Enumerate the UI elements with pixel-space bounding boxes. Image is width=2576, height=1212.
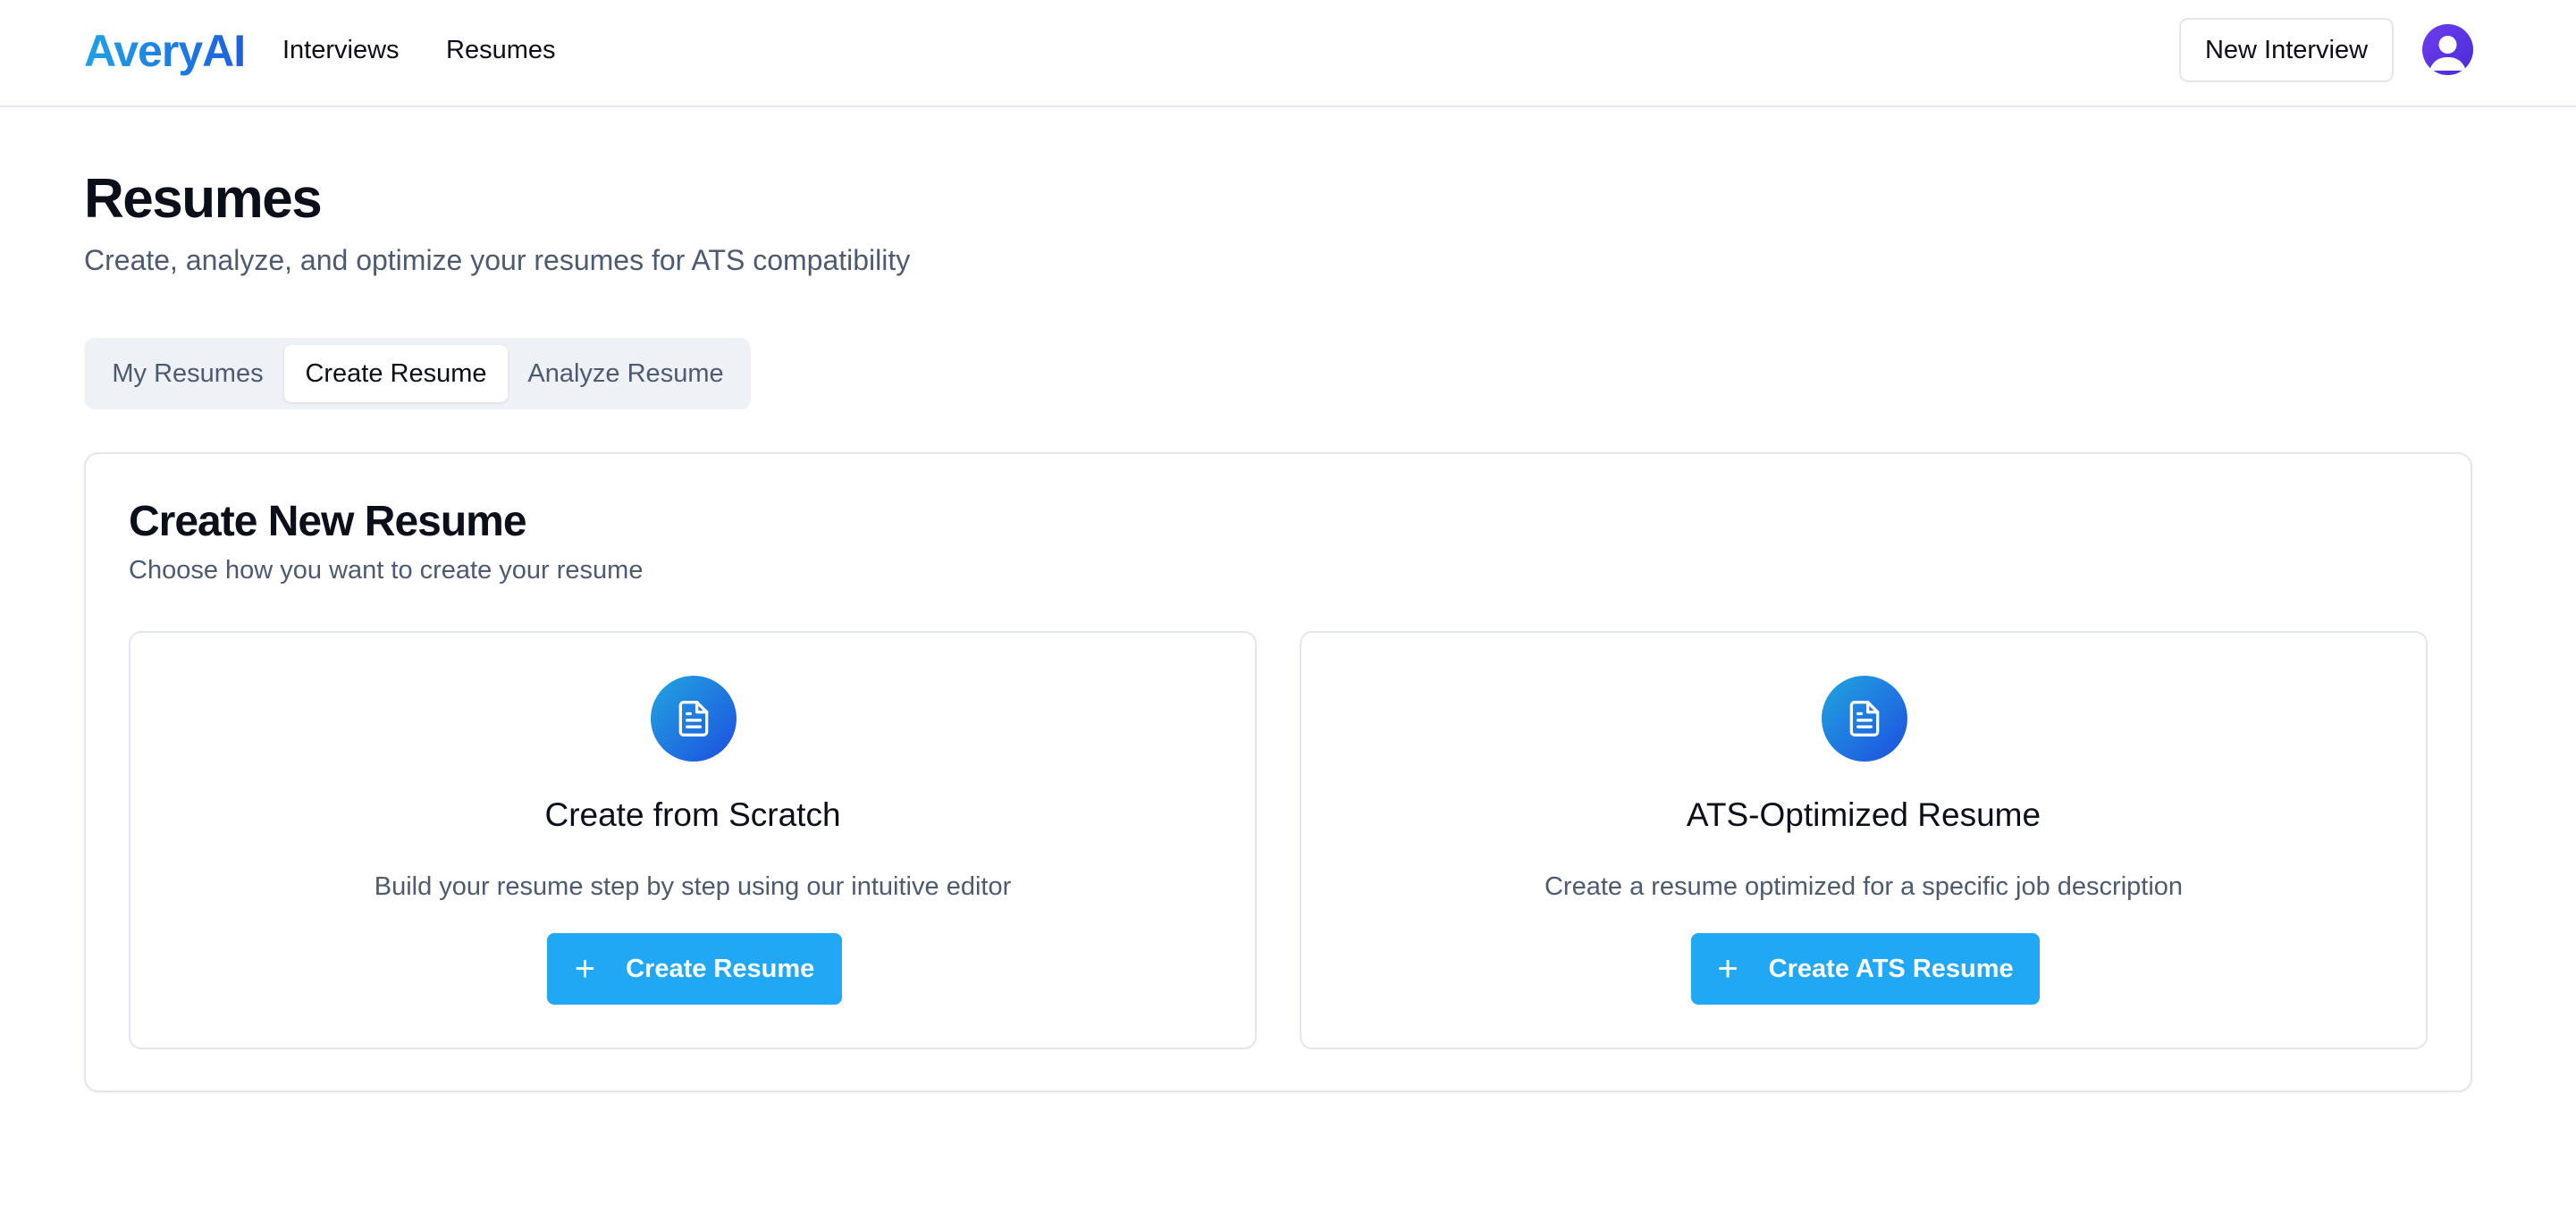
user-avatar-icon[interactable] bbox=[2422, 24, 2473, 75]
create-resume-button-label: Create Resume bbox=[626, 954, 815, 983]
page-subtitle: Create, analyze, and optimize your resum… bbox=[84, 244, 911, 276]
tab-create-resume[interactable]: Create Resume bbox=[284, 345, 508, 402]
option-title: ATS-Optimized Resume bbox=[1686, 796, 2041, 833]
card-subtitle: Choose how you want to create your resum… bbox=[129, 556, 644, 585]
new-interview-button[interactable]: New Interview bbox=[2179, 18, 2394, 82]
page-title: Resumes bbox=[84, 168, 323, 230]
nav-link-resumes[interactable]: Resumes bbox=[446, 32, 556, 68]
option-description: Create a resume optimized for a specific… bbox=[1544, 872, 2184, 901]
option-ats-optimized-resume: ATS-Optimized Resume Create a resume opt… bbox=[1300, 631, 2428, 1049]
tab-analyze-resume[interactable]: Analyze Resume bbox=[508, 345, 744, 402]
top-navigation-bar: AveryAI Interviews Resumes New Interview bbox=[0, 0, 2576, 107]
option-description: Build your resume step by step using our… bbox=[374, 872, 1012, 901]
user-silhouette-icon bbox=[2429, 36, 2466, 71]
option-title: Create from Scratch bbox=[544, 796, 841, 833]
create-ats-resume-button-label: Create ATS Resume bbox=[1768, 954, 2014, 983]
create-ats-resume-button[interactable]: + Create ATS Resume bbox=[1691, 933, 2040, 1005]
create-resume-button[interactable]: + Create Resume bbox=[547, 933, 842, 1005]
resume-tabs: My Resumes Create Resume Analyze Resume bbox=[84, 338, 751, 409]
tab-my-resumes[interactable]: My Resumes bbox=[91, 345, 284, 402]
brand-logo[interactable]: AveryAI bbox=[84, 24, 246, 78]
document-icon bbox=[1822, 676, 1907, 762]
nav-link-interviews[interactable]: Interviews bbox=[282, 32, 400, 68]
option-create-from-scratch: Create from Scratch Build your resume st… bbox=[129, 631, 1257, 1049]
create-resume-card: Create New Resume Choose how you want to… bbox=[84, 452, 2472, 1092]
plus-icon: + bbox=[574, 949, 596, 989]
plus-icon: + bbox=[1717, 949, 1738, 989]
document-icon bbox=[651, 676, 737, 762]
card-title: Create New Resume bbox=[129, 498, 527, 545]
